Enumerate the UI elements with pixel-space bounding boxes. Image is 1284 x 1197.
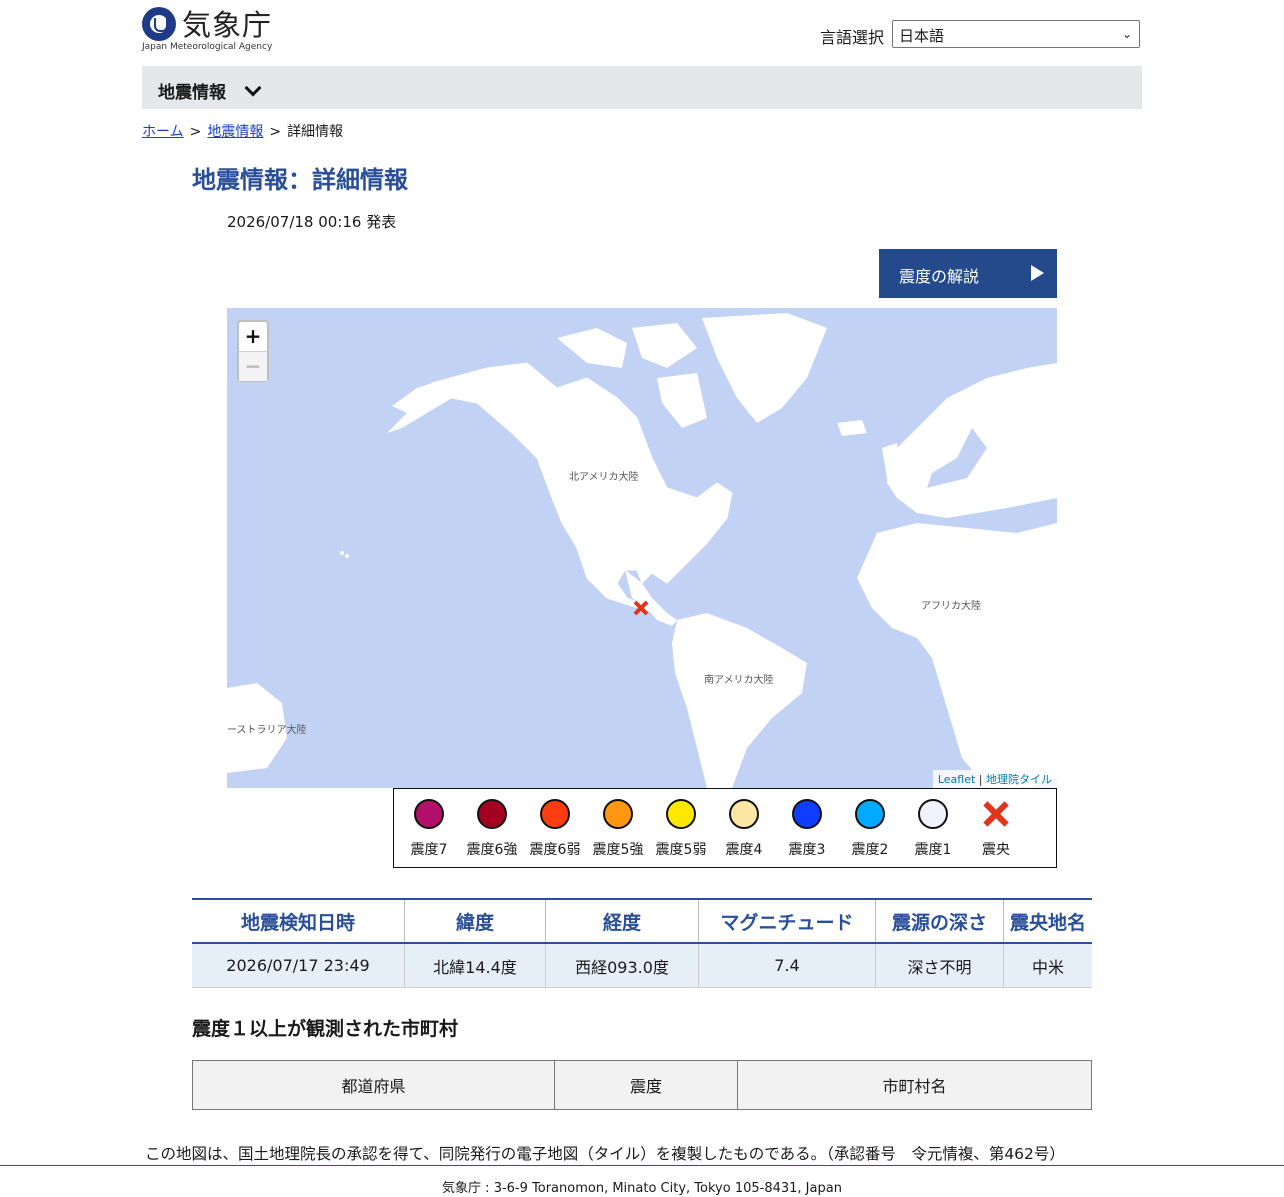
published-date: 2026/07/18 00:16 発表 — [227, 213, 397, 231]
language-select[interactable]: 日本語 ⌄ — [892, 20, 1140, 48]
language-select-value: 日本語 — [899, 27, 945, 45]
footer-address: 気象庁 : 3-6-9 Toranomon, Minato City, Toky… — [442, 1181, 842, 1196]
legend-item: 震度5弱 — [649, 799, 713, 859]
intensity-dot-icon — [792, 799, 822, 829]
chevron-down-icon[interactable] — [244, 79, 262, 97]
intensity-dot-icon — [918, 799, 948, 829]
table-cell: 7.4 — [698, 943, 876, 988]
page-title: 地震情報：詳細情報 — [192, 166, 408, 194]
map-base-layer — [227, 313, 1057, 788]
intensity-dot-icon — [666, 799, 696, 829]
legend-item: 震度7 — [397, 799, 461, 859]
breadcrumb: ホーム > 地震情報 > 詳細情報 — [142, 121, 343, 141]
jma-logo-icon[interactable] — [142, 7, 176, 41]
zoom-control: + − — [237, 320, 269, 382]
table-cell: 北緯14.4度 — [404, 943, 546, 988]
legend-label: 震央 — [982, 842, 1010, 858]
intensity-legend: 震度7 震度6強 震度6弱 震度5強 震度5弱 震度4 震度3 震度2 震度1 震央 — [393, 788, 1057, 868]
chevron-down-icon: ⌄ — [1121, 27, 1132, 41]
earthquake-summary-table: 地震検知日時 緯度 経度 マグニチュード 震源の深さ 震央地名 2026/07/… — [192, 898, 1092, 988]
table-cell: 西経093.0度 — [545, 943, 699, 988]
column-header: 緯度 — [404, 898, 546, 944]
table-row: 2026/07/17 23:49 北緯14.4度 西経093.0度 7.4 深さ… — [192, 943, 1092, 988]
gsi-tiles-link[interactable]: 地理院タイル — [986, 773, 1052, 786]
map-attribution: Leaflet | 地理院タイル — [932, 770, 1057, 788]
breadcrumb-home-link[interactable]: ホーム — [142, 124, 184, 140]
legend-item: 震央 — [964, 799, 1028, 859]
legend-label: 震度5弱 — [655, 842, 707, 858]
map-label-africa: アフリカ大陸 — [921, 601, 981, 612]
intensity-dot-icon — [540, 799, 570, 829]
column-header: 都道府県 — [192, 1060, 555, 1110]
column-header: 震央地名 — [1003, 898, 1092, 944]
leaflet-link[interactable]: Leaflet — [938, 773, 975, 786]
column-header: 経度 — [545, 898, 699, 944]
intensity-dot-icon — [477, 799, 507, 829]
map-license-note: この地図は、国土地理院長の承認を得て、同院発行の電子地図（タイル）を複製したもの… — [145, 1145, 1065, 1163]
logo-subtitle: Japan Meteorological Agency — [142, 42, 273, 52]
zoom-in-button[interactable]: + — [239, 322, 267, 352]
language-label: 言語選択 — [820, 28, 885, 47]
legend-label: 震度6強 — [466, 842, 518, 858]
epicenter-x-icon — [981, 799, 1011, 829]
legend-label: 震度7 — [410, 842, 448, 858]
column-header: マグニチュード — [698, 898, 876, 944]
legend-item: 震度1 — [901, 799, 965, 859]
intensity-dot-icon — [855, 799, 885, 829]
legend-label: 震度1 — [914, 842, 952, 858]
legend-label: 震度4 — [725, 842, 763, 858]
intensity-explanation-button[interactable]: 震度の解説 — [879, 249, 1057, 298]
breadcrumb-separator: > — [269, 124, 282, 140]
explanation-button-label: 震度の解説 — [899, 267, 980, 286]
legend-label: 震度6弱 — [529, 842, 581, 858]
earthquake-map[interactable]: + − 北アメリカ大陸 南アメリカ大陸 アフリカ大陸 ーストラリア大陸 Leaf… — [227, 308, 1057, 788]
legend-item: 震度3 — [775, 799, 839, 859]
map-label-australia: ーストラリア大陸 — [227, 725, 307, 736]
logo-text[interactable]: 気象庁 — [182, 2, 272, 44]
intensity-dot-icon — [603, 799, 633, 829]
legend-item: 震度2 — [838, 799, 902, 859]
map-label-south-america: 南アメリカ大陸 — [704, 675, 774, 686]
breadcrumb-current: 詳細情報 — [287, 124, 344, 140]
legend-item: 震度6強 — [460, 799, 524, 859]
breadcrumb-separator: > — [189, 124, 202, 140]
table-header-row: 都道府県 震度 市町村名 — [192, 1060, 1092, 1110]
intensity-dot-icon — [729, 799, 759, 829]
table-cell: 中米 — [1003, 943, 1092, 988]
breadcrumb-section-link[interactable]: 地震情報 — [207, 124, 263, 140]
legend-item: 震度4 — [712, 799, 776, 859]
attribution-separator: | — [978, 773, 983, 786]
column-header: 地震検知日時 — [192, 898, 405, 944]
play-arrow-icon — [1031, 265, 1044, 281]
table-header-row: 地震検知日時 緯度 経度 マグニチュード 震源の深さ 震央地名 — [192, 898, 1092, 944]
column-header: 震度 — [554, 1060, 738, 1110]
column-header: 市町村名 — [737, 1060, 1092, 1110]
observed-intensity-table: 都道府県 震度 市町村名 — [192, 1060, 1092, 1110]
nav-bar[interactable]: 地震情報 — [142, 66, 1142, 109]
table-cell: 深さ不明 — [875, 943, 1004, 988]
legend-item: 震度6弱 — [523, 799, 587, 859]
observed-heading: 震度１以上が観測された市町村 — [192, 1018, 459, 1040]
legend-label: 震度3 — [788, 842, 826, 858]
intensity-dot-icon — [414, 799, 444, 829]
footer-divider — [0, 1165, 1284, 1166]
legend-label: 震度2 — [851, 842, 889, 858]
table-cell: 2026/07/17 23:49 — [192, 943, 405, 988]
legend-item: 震度5強 — [586, 799, 650, 859]
zoom-out-button[interactable]: − — [239, 352, 267, 381]
map-label-north-america: 北アメリカ大陸 — [569, 472, 639, 483]
nav-title: 地震情報 — [158, 83, 226, 103]
column-header: 震源の深さ — [875, 898, 1004, 944]
legend-label: 震度5強 — [592, 842, 644, 858]
